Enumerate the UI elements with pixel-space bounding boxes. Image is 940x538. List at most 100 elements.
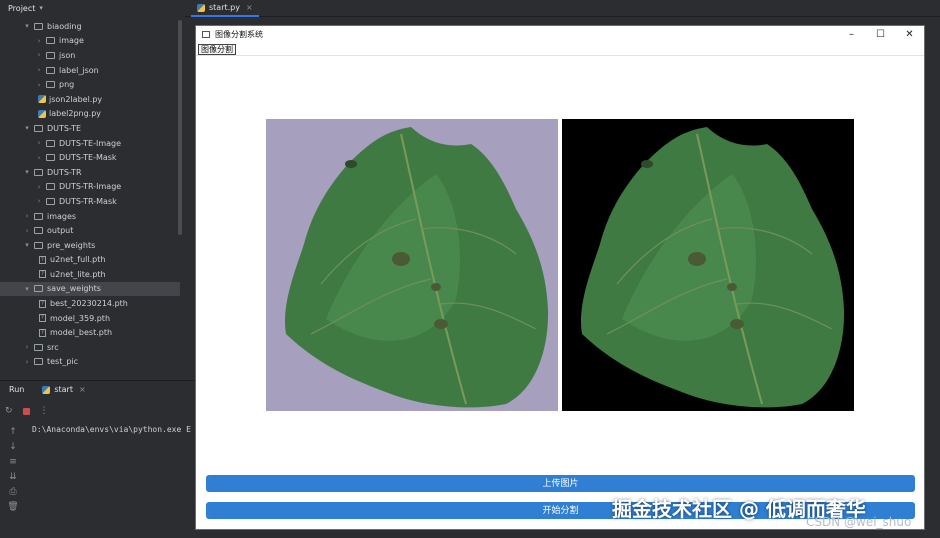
arrow-down-icon[interactable]: ↓	[9, 443, 17, 452]
tree-item-label: model_best.pth	[50, 328, 113, 338]
folder-icon	[46, 66, 55, 74]
tree-item[interactable]: ▾ DUTS-TE	[0, 121, 180, 136]
app-menu-bar: 图像分割	[196, 43, 924, 56]
folder-icon	[46, 139, 55, 147]
tree-item[interactable]: › test_pic	[0, 355, 180, 370]
chevron-down-icon[interactable]: ▾	[22, 22, 32, 30]
chevron-right-icon[interactable]: ›	[22, 358, 32, 366]
arrow-up-icon[interactable]: ↑	[9, 428, 17, 437]
console-output: D:\Anaconda\envs\via\python.exe E	[32, 425, 191, 434]
tree-item[interactable]: › png	[0, 77, 180, 92]
chevron-down-icon[interactable]: ▾	[22, 168, 32, 176]
segmented-image	[562, 119, 854, 411]
upload-image-button[interactable]: 上传图片	[206, 475, 915, 492]
stop-icon[interactable]	[22, 407, 30, 415]
folder-icon	[46, 51, 55, 59]
project-scrollbar[interactable]	[178, 20, 182, 235]
folder-icon	[46, 37, 55, 45]
chevron-right-icon[interactable]: ›	[34, 139, 44, 147]
minimize-icon[interactable]: –	[837, 26, 866, 43]
tab-start-py[interactable]: start.py ×	[191, 0, 259, 17]
leaf-original-image	[285, 127, 549, 408]
chevron-down-icon[interactable]: ▾	[22, 124, 32, 132]
folder-icon	[34, 227, 43, 235]
file-icon: ?	[39, 270, 46, 279]
close-icon[interactable]: ✕	[895, 26, 924, 43]
tree-item-label: DUTS-TR-Image	[59, 182, 122, 192]
tree-item-label: label_json	[59, 65, 99, 75]
tree-item-label: model_359.pth	[50, 313, 111, 323]
tree-item-label: png	[59, 80, 75, 90]
window-controls: – ☐ ✕	[837, 26, 924, 43]
editor-tab-bar: start.py ×	[185, 0, 940, 17]
chevron-right-icon[interactable]: ›	[34, 197, 44, 205]
run-tab-label: start	[54, 385, 73, 394]
menu-item-segmentation[interactable]: 图像分割	[198, 43, 236, 55]
tree-item-label: biaoding	[47, 21, 82, 31]
chevron-right-icon[interactable]: ›	[22, 227, 32, 235]
chevron-right-icon[interactable]: ›	[34, 154, 44, 162]
tree-item[interactable]: › DUTS-TR-Image	[0, 180, 180, 195]
tree-item[interactable]: › DUTS-TE-Mask	[0, 150, 180, 165]
folder-icon	[34, 343, 43, 351]
tree-item-label: json2label.py	[49, 94, 103, 104]
tree-item[interactable]: › label_json	[0, 63, 180, 78]
chevron-right-icon[interactable]: ›	[34, 81, 44, 89]
more-options-icon[interactable]: ⋮	[40, 406, 49, 416]
chevron-right-icon[interactable]: ›	[34, 183, 44, 191]
tree-item[interactable]: ▾ save_weights	[0, 281, 180, 297]
tree-item[interactable]: ? u2net_lite.pth	[0, 267, 180, 282]
chevron-right-icon[interactable]: ›	[22, 212, 32, 220]
tree-item-label: json	[59, 50, 76, 60]
run-panel-header: Run start ×	[0, 380, 195, 398]
tree-item[interactable]: › DUTS-TE-Image	[0, 136, 180, 151]
close-icon[interactable]: ×	[79, 385, 86, 394]
tree-item-label: u2net_full.pth	[50, 255, 106, 265]
run-toolbar: ↻ ⋮	[0, 403, 195, 419]
file-icon: ?	[39, 328, 46, 337]
rerun-icon[interactable]: ↻	[5, 406, 13, 416]
soft-wrap-icon[interactable]: ≡	[9, 458, 17, 467]
tree-item[interactable]: ▾ biaoding	[0, 19, 180, 34]
tree-item[interactable]: ▾ pre_weights	[0, 238, 180, 253]
tree-item[interactable]: json2label.py	[0, 92, 180, 107]
tree-item[interactable]: › src	[0, 340, 180, 355]
project-panel-header[interactable]: Project ▾	[0, 0, 185, 16]
app-window: 图像分割系统 – ☐ ✕ 图像分割 上传图片 开始分割	[195, 25, 925, 530]
project-tree: ▾ biaoding › image › json › label_json › png json2…	[0, 19, 180, 369]
chevron-down-icon[interactable]: ▾	[22, 241, 32, 249]
print-icon[interactable]: ⎙	[9, 488, 16, 497]
chevron-right-icon[interactable]: ›	[34, 37, 44, 45]
tree-item[interactable]: ▾ DUTS-TR	[0, 165, 180, 180]
tree-item-label: DUTS-TE	[47, 123, 82, 133]
tree-item[interactable]: › image	[0, 34, 180, 49]
chevron-right-icon[interactable]: ›	[34, 51, 44, 59]
maximize-icon[interactable]: ☐	[866, 26, 895, 43]
tree-item[interactable]: ? u2net_full.pth	[0, 253, 180, 268]
chevron-right-icon[interactable]: ›	[22, 343, 32, 351]
folder-icon	[46, 183, 55, 191]
tree-item[interactable]: label2png.py	[0, 107, 180, 122]
file-icon: ?	[39, 299, 46, 308]
tree-item[interactable]: › output	[0, 223, 180, 238]
chevron-right-icon[interactable]: ›	[34, 66, 44, 74]
app-icon	[202, 31, 210, 38]
run-label: Run	[9, 385, 25, 394]
tree-item[interactable]: ? best_20230214.pth	[0, 296, 180, 311]
run-tab-start[interactable]: start ×	[42, 385, 86, 394]
tree-item[interactable]: ? model_best.pth	[0, 325, 180, 340]
tree-item[interactable]: › images	[0, 209, 180, 224]
python-file-icon	[38, 95, 46, 104]
tree-item-label: src	[47, 342, 59, 352]
tree-item-label: DUTS-TR-Mask	[59, 196, 117, 206]
chevron-down-icon[interactable]: ▾	[39, 4, 43, 12]
folder-icon	[34, 212, 43, 220]
tree-item[interactable]: ? model_359.pth	[0, 311, 180, 326]
trash-icon[interactable]: 🗑	[7, 503, 18, 512]
tree-item[interactable]: › DUTS-TR-Mask	[0, 194, 180, 209]
tree-item-label: DUTS-TE-Image	[59, 138, 122, 148]
chevron-down-icon[interactable]: ▾	[22, 285, 32, 293]
close-icon[interactable]: ×	[246, 3, 253, 12]
tree-item[interactable]: › json	[0, 48, 180, 63]
scroll-to-end-icon[interactable]: ⇊	[9, 473, 17, 482]
